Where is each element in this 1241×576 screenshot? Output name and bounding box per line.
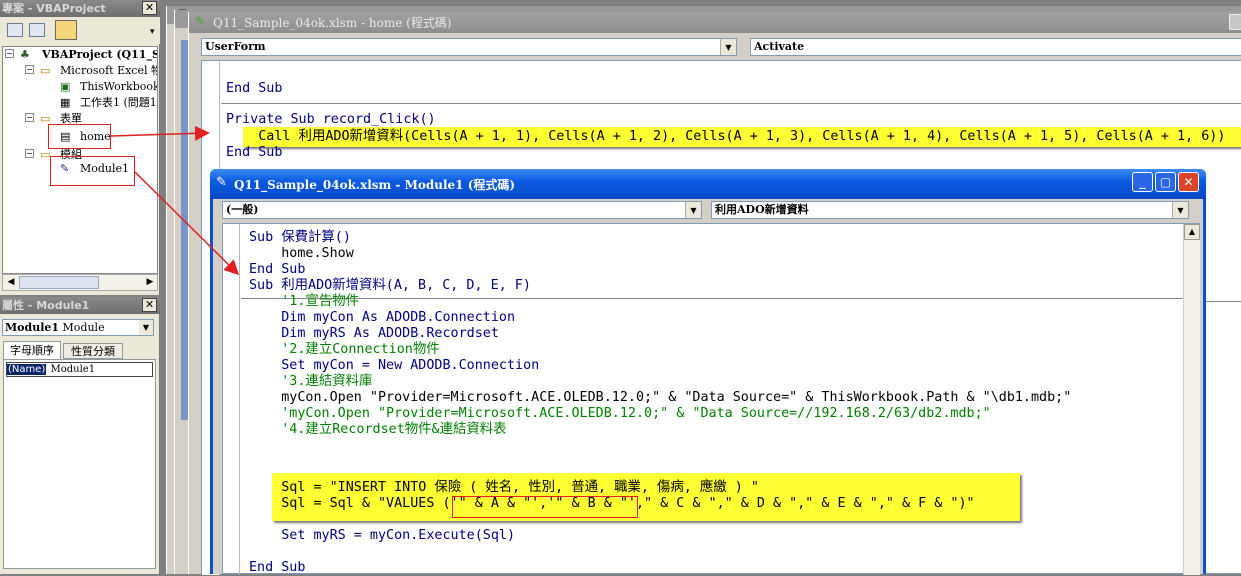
arrow-module1-to-sub	[134, 171, 240, 276]
arrow-home-to-call	[110, 125, 210, 141]
annotation-arrows	[110, 125, 240, 276]
